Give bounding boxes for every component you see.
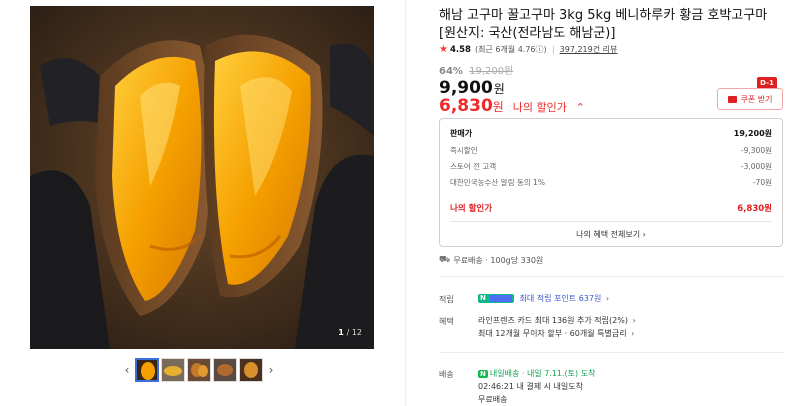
breakdown-value: 6,830원 [737, 204, 772, 214]
points-label: 적립 [439, 295, 454, 304]
info-icon[interactable]: ⓘ [536, 44, 544, 55]
thumbnail-image [188, 359, 210, 381]
rating-recent-close: ) [543, 45, 547, 54]
thumbnail-1[interactable] [135, 358, 159, 382]
delivery-label: 배송 [439, 370, 454, 379]
breakdown-label: 판매가 [450, 129, 473, 138]
benefit-card-text: 라인프렌즈 카드 최대 136원 추가 적립(2%) [478, 316, 628, 325]
benefits-label: 혜택 [439, 317, 454, 326]
breakdown-value: -3,000원 [740, 162, 772, 171]
product-title: 해남 고구마 꿀고구마 3kg 5kg 베니하루카 황금 호박고구마 [원산지:… [439, 8, 768, 41]
points-value[interactable]: N 최대 적립 포인트 637원 › [478, 293, 609, 304]
image-counter-total: / 12 [346, 328, 362, 337]
chevron-up-icon: ⌃ [575, 101, 585, 114]
my-price-label: 나의 할인가 [512, 101, 567, 114]
sale-price-value: 9,900 [439, 78, 493, 98]
chevron-right-icon: › [632, 316, 636, 325]
column-divider [405, 0, 406, 406]
breakdown-value: -9,300원 [740, 146, 772, 155]
breakdown-row-alert-discount: 대한민국농수산 알림 동의 1% -70원 [450, 177, 772, 188]
star-icon: ★ [439, 44, 448, 55]
breakdown-divider [450, 221, 772, 222]
original-price: 19,200원 [469, 66, 514, 77]
delivery-service-line: N 내일배송 · 내일 7.11.(토) 도착 [478, 368, 595, 379]
my-price-unit: 원 [492, 100, 504, 114]
benefit-installment-text: 최대 12개월 무이자 할부 · 60개월 특별금리 [478, 329, 627, 338]
my-discount-price[interactable]: 6,830원 나의 할인가 ⌃ [439, 96, 585, 116]
image-counter: 1 / 12 [338, 328, 362, 337]
thumbnail-image [240, 359, 262, 381]
benefit-installment-line[interactable]: 최대 12개월 무이자 할부 · 60개월 특별금리 › [478, 328, 634, 339]
section-divider [439, 276, 784, 277]
delivery-deadline: 02:46:21 내 결제 시 내일도착 [478, 382, 583, 391]
thumbnail-3[interactable] [187, 358, 211, 382]
sale-price-unit: 원 [493, 82, 505, 96]
view-all-benefits-link[interactable]: 나의 혜택 전체보기 › [440, 229, 782, 240]
sweet-potato-photo [30, 6, 374, 349]
section-divider [439, 352, 784, 353]
sale-price: 9,900원 [439, 78, 505, 98]
chevron-right-icon: › [605, 294, 610, 303]
breakdown-label: 스토어 전 고객 [450, 162, 497, 171]
naver-delivery-badge-icon: N [478, 370, 488, 378]
thumbnail-image [137, 360, 157, 380]
coupon-button-label: 쿠폰 받기 [740, 94, 773, 104]
thumbnail-next-button[interactable]: › [264, 357, 278, 383]
breakdown-label: 대한민국농수산 알림 동의 1% [450, 178, 545, 187]
thumbnail-prev-button[interactable]: ‹ [120, 357, 134, 383]
image-counter-current: 1 [338, 328, 344, 337]
coupon-icon [727, 95, 737, 103]
breakdown-row-my-price: 나의 할인가 6,830원 [450, 202, 772, 214]
thumbnail-2[interactable] [161, 358, 185, 382]
thumbnail-4[interactable] [213, 358, 237, 382]
points-text: 최대 적립 포인트 637원 [519, 294, 602, 303]
shipping-summary: ⛟ 무료배송 · 100g당 330원 [439, 255, 543, 266]
discount-rate: 64% [439, 66, 463, 77]
delivery-arrival: · 내일 7.11.(토) 도착 [519, 369, 596, 378]
rating-row: ★ 4.58 (최근 6개월 4.76 ⓘ ) 397,219건 리뷰 [439, 44, 617, 55]
breakdown-row-sale-price: 판매가 19,200원 [450, 128, 772, 139]
thumbnail-strip: ‹ › [120, 357, 278, 383]
my-price-value: 6,830 [439, 96, 493, 116]
thumbnail-5[interactable] [239, 358, 263, 382]
benefit-card-line[interactable]: 라인프렌즈 카드 최대 136원 추가 적립(2%) › [478, 315, 636, 326]
chevron-right-icon: › [631, 329, 635, 338]
price-breakdown-box: 판매가 19,200원 즉시할인 -9,300원 스토어 전 고객 -3,000… [439, 118, 783, 247]
thumbnail-image [162, 359, 184, 381]
product-main-image[interactable]: 1 / 12 [30, 6, 374, 349]
breakdown-label: 즉시할인 [450, 146, 478, 155]
shipping-summary-text: 무료배송 · 100g당 330원 [453, 256, 544, 265]
breakdown-label: 나의 할인가 [450, 204, 493, 214]
rating-separator [552, 45, 554, 54]
rating-recent: (최근 6개월 4.76 [474, 45, 536, 54]
breakdown-row-instant-discount: 즉시할인 -9,300원 [450, 145, 772, 156]
breakdown-value: -70원 [752, 178, 772, 187]
breakdown-value: 19,200원 [733, 129, 772, 138]
truck-icon: ⛟ [439, 255, 451, 265]
delivery-service: 내일배송 [489, 369, 520, 378]
discount-row: 64% 19,200원 [439, 62, 513, 77]
rating-score: 4.58 [449, 44, 471, 55]
breakdown-row-store-coupon: 스토어 전 고객 -3,000원 [450, 161, 772, 172]
coupon-download-button[interactable]: 쿠폰 받기 [717, 88, 783, 110]
thumbnail-image [214, 359, 236, 381]
review-count-link[interactable]: 397,219건 리뷰 [560, 44, 618, 55]
naver-pay-badge-icon: N [478, 294, 514, 303]
delivery-fee: 무료배송 [478, 395, 508, 404]
